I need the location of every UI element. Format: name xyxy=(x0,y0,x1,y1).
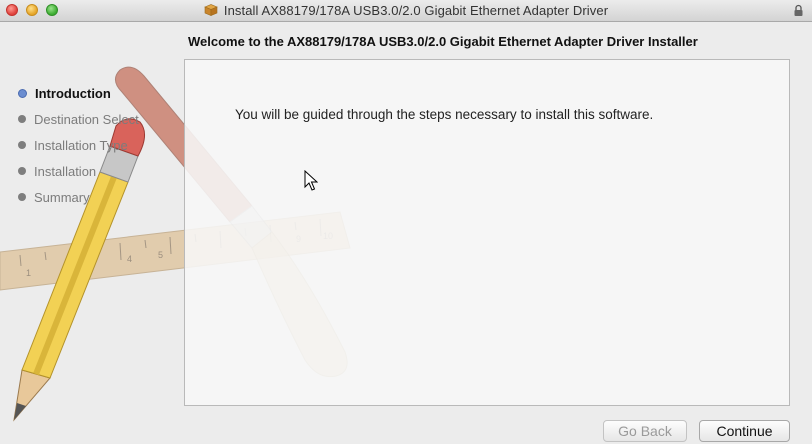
step-introduction: Introduction xyxy=(18,80,139,106)
step-bullet-icon xyxy=(18,141,26,149)
svg-text:5: 5 xyxy=(158,250,163,260)
step-installation: Installation xyxy=(18,158,139,184)
active-step-bullet-icon xyxy=(18,88,27,98)
intro-text: You will be guided through the steps nec… xyxy=(235,107,654,122)
window-title-text: Install AX88179/178A USB3.0/2.0 Gigabit … xyxy=(223,3,609,18)
svg-text:4: 4 xyxy=(127,254,132,264)
step-label: Summary xyxy=(34,189,90,205)
package-icon xyxy=(204,4,218,16)
step-label: Installation Type xyxy=(34,137,128,153)
step-bullet-icon xyxy=(18,193,26,201)
title-bar: Install AX88179/178A USB3.0/2.0 Gigabit … xyxy=(0,0,812,22)
go-back-button[interactable]: Go Back xyxy=(603,420,687,442)
step-bullet-icon xyxy=(18,115,26,123)
step-label: Installation xyxy=(34,163,97,179)
window-title: Install AX88179/178A USB3.0/2.0 Gigabit … xyxy=(0,3,812,18)
continue-button[interactable]: Continue xyxy=(699,420,790,442)
step-label: Destination Select xyxy=(34,111,139,127)
lock-icon[interactable] xyxy=(793,4,804,17)
step-bullet-icon xyxy=(18,167,26,175)
mouse-cursor-icon xyxy=(304,170,318,191)
installer-steps: Introduction Destination Select Installa… xyxy=(18,80,139,210)
installer-content: 1 4 5 9 10 Welcome to the AX88179/178A U… xyxy=(0,22,812,444)
step-label: Introduction xyxy=(35,85,111,101)
step-destination-select: Destination Select xyxy=(18,106,139,132)
step-summary: Summary xyxy=(18,184,139,210)
content-panel: You will be guided through the steps nec… xyxy=(184,59,790,406)
page-heading: Welcome to the AX88179/178A USB3.0/2.0 G… xyxy=(188,34,698,49)
step-installation-type: Installation Type xyxy=(18,132,139,158)
svg-text:1: 1 xyxy=(26,268,31,278)
